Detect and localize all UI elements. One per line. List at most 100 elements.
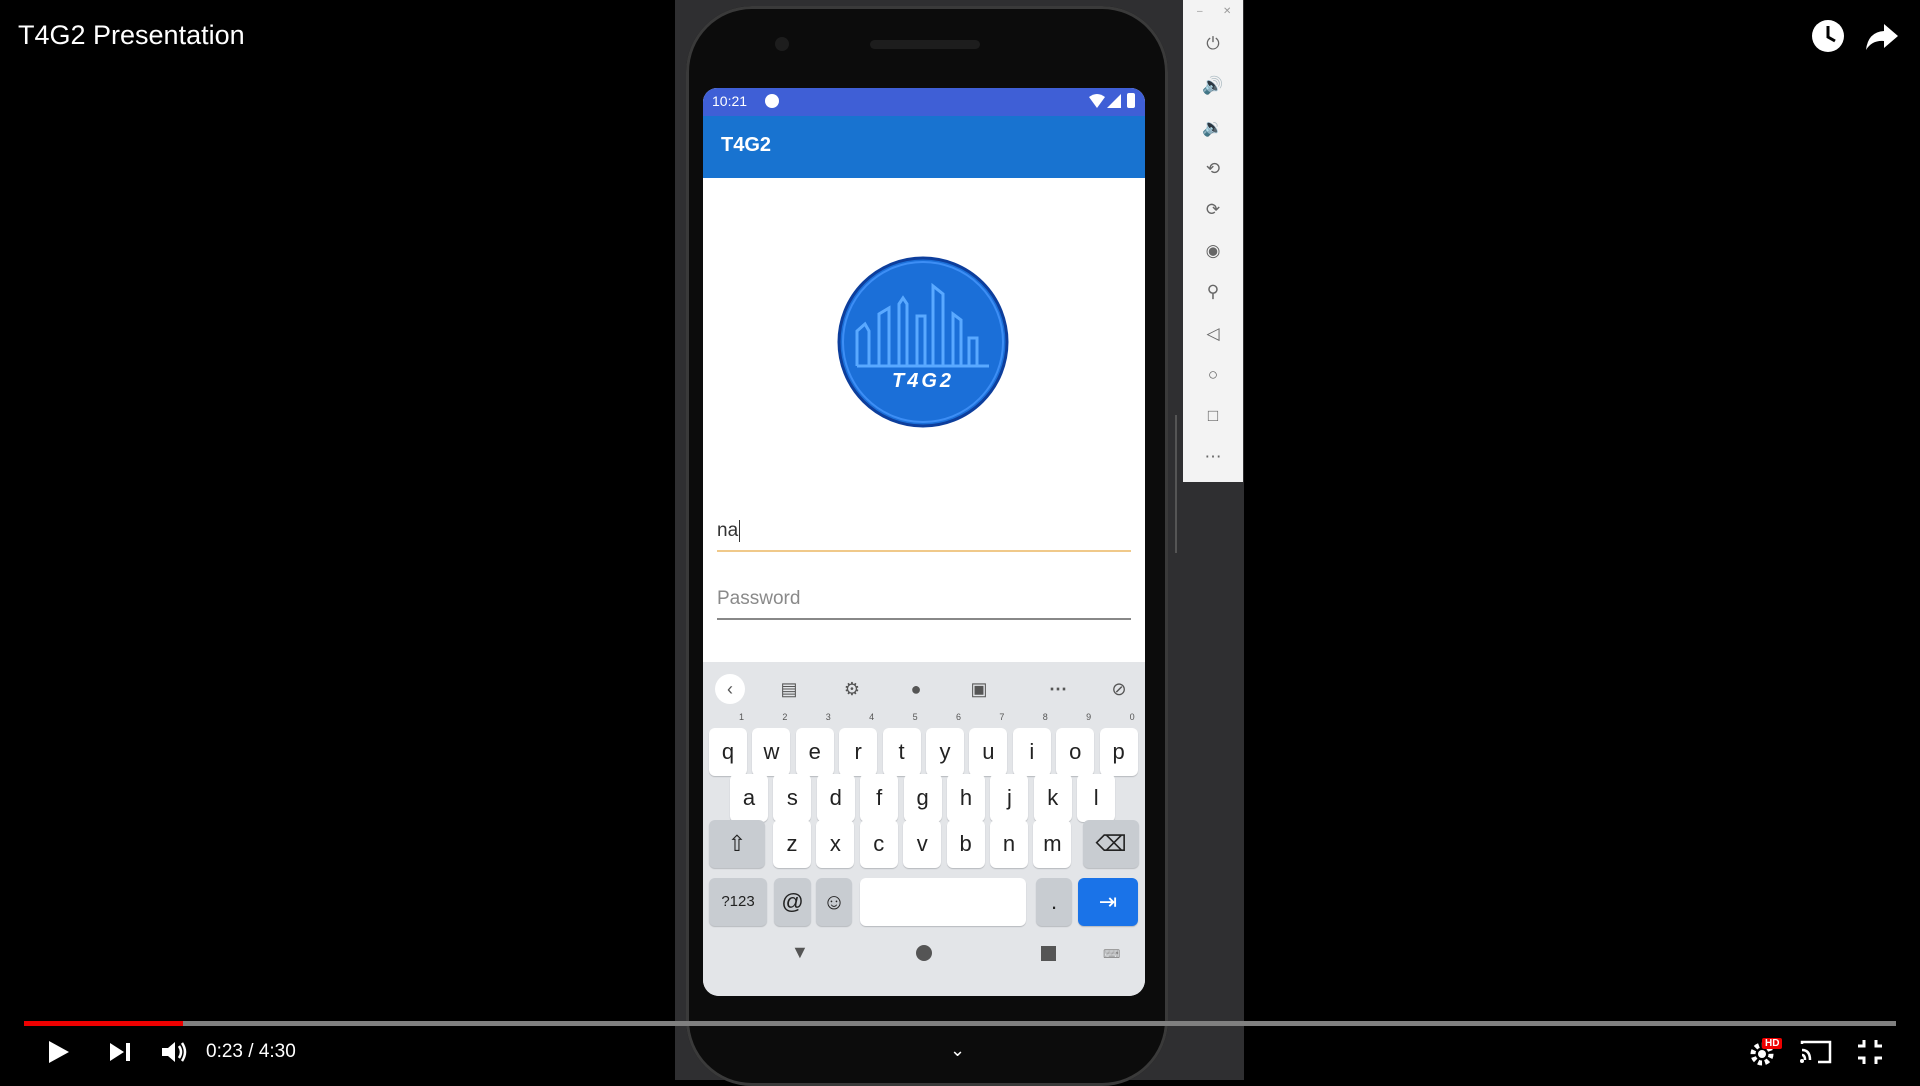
rotate-left-icon[interactable]: ⟲ — [1199, 155, 1227, 183]
key-j[interactable]: j — [990, 774, 1029, 822]
rotate-right-icon[interactable]: ⟳ — [1199, 196, 1227, 224]
exit-fullscreen-icon[interactable] — [1850, 1032, 1890, 1072]
key-hint: 5 — [912, 712, 918, 722]
screenshot-camera-icon[interactable]: ◉ — [1199, 237, 1227, 265]
period-key[interactable]: . — [1036, 878, 1072, 926]
more-icon[interactable]: ⋯ — [1043, 674, 1073, 704]
key-b[interactable]: b — [946, 820, 985, 868]
key-l[interactable]: l — [1077, 774, 1116, 822]
key-e[interactable]: e3 — [795, 713, 834, 776]
power-icon[interactable]: ⏻ — [1199, 30, 1227, 58]
app-bar: T4G2 — [703, 116, 1145, 178]
symbols-key[interactable]: ?123 — [709, 878, 767, 926]
key-a[interactable]: a — [730, 774, 768, 822]
back-icon[interactable]: ◁ — [1199, 320, 1227, 348]
overview-icon[interactable]: □ — [1199, 402, 1227, 430]
key-n[interactable]: n — [990, 820, 1028, 868]
key-f[interactable]: f — [860, 774, 899, 822]
close-icon[interactable]: ✕ — [1223, 6, 1231, 17]
shift-key[interactable]: ⇧ — [709, 820, 765, 868]
key-d[interactable]: d — [816, 774, 855, 822]
key-g[interactable]: g — [903, 774, 942, 822]
chevron-down-icon[interactable]: ⌄ — [950, 1040, 965, 1061]
backspace-key[interactable]: ⌫ — [1083, 820, 1139, 868]
share-icon[interactable] — [1862, 16, 1902, 56]
key-m[interactable]: m — [1033, 820, 1072, 868]
key-h[interactable]: h — [947, 774, 985, 822]
key-s[interactable]: s — [773, 774, 812, 822]
progress-played — [24, 1021, 184, 1026]
key-t[interactable]: t5 — [882, 713, 921, 776]
logo-text: T4G2 — [891, 370, 955, 392]
key-hint: 3 — [825, 712, 831, 722]
enter-next-key[interactable]: ⇥ — [1078, 878, 1138, 926]
key-hint: 9 — [1086, 712, 1092, 722]
nav-home-icon[interactable] — [916, 945, 932, 961]
status-bar: 10:21 — [703, 88, 1145, 116]
notification-icon — [765, 94, 779, 108]
emoji-key[interactable]: ☺ — [816, 878, 852, 926]
key-o[interactable]: o9 — [1056, 713, 1095, 776]
time-current: 0:23 — [206, 1041, 243, 1062]
home-icon[interactable]: ○ — [1199, 361, 1227, 389]
key-c[interactable]: c — [859, 820, 898, 868]
theme-palette-icon[interactable]: ● — [901, 674, 931, 704]
key-hint: 8 — [1042, 712, 1048, 722]
battery-icon — [1127, 93, 1135, 108]
keyboard-collapse-button[interactable]: ‹ — [715, 674, 745, 704]
key-p[interactable]: p0 — [1099, 713, 1138, 776]
key-z[interactable]: z — [773, 820, 811, 868]
watch-later-clock-icon[interactable] — [1808, 16, 1848, 56]
wifi-icon — [1089, 94, 1105, 111]
signal-icon — [1107, 94, 1121, 111]
key-r[interactable]: r4 — [839, 713, 878, 776]
mic-off-icon[interactable]: ⊘ — [1104, 674, 1134, 704]
key-q[interactable]: q1 — [709, 713, 747, 776]
minimize-icon[interactable]: – — [1197, 6, 1203, 17]
video-title[interactable]: T4G2 Presentation — [18, 20, 245, 51]
time-total: 4:30 — [258, 1041, 296, 1062]
key-u[interactable]: u7 — [969, 713, 1008, 776]
app-logo: T4G2 — [837, 256, 1009, 428]
more-icon[interactable]: ⋯ — [1199, 443, 1227, 471]
progress-bar[interactable] — [24, 1021, 1896, 1026]
play-button[interactable] — [38, 1032, 78, 1072]
key-x[interactable]: x — [816, 820, 855, 868]
phone-earpiece — [870, 40, 980, 49]
settings-gear-icon[interactable]: HD — [1744, 1032, 1784, 1072]
text-cursor — [739, 520, 740, 542]
key-i[interactable]: i8 — [1012, 713, 1051, 776]
space-key[interactable] — [860, 878, 1026, 926]
emulator-toolbar: – ✕ ⏻ 🔊 🔉 ⟲ ⟳ ◉ ⚲ ◁ ○ □ ⋯ — [1183, 0, 1243, 482]
keyboard-switch-icon[interactable]: ⌨ — [1103, 947, 1120, 961]
password-placeholder: Password — [717, 588, 801, 609]
hd-badge: HD — [1762, 1038, 1783, 1049]
at-key[interactable]: @ — [774, 878, 811, 926]
volume-up-icon[interactable]: 🔊 — [1199, 72, 1227, 100]
phone-camera — [775, 37, 789, 51]
key-y[interactable]: y6 — [926, 713, 964, 776]
volume-down-icon[interactable]: 🔉 — [1199, 114, 1227, 142]
password-field[interactable]: Password — [717, 584, 1131, 620]
cast-icon[interactable] — [1796, 1032, 1836, 1072]
key-k[interactable]: k — [1033, 774, 1072, 822]
key-w[interactable]: w2 — [752, 713, 791, 776]
emulator-divider — [1175, 415, 1177, 553]
video-player[interactable]: 10:21 T4G2 T4G2 na Password ‹ ▤ ⚙ ● ▣ ⋯ … — [0, 0, 1920, 1086]
key-hint: 2 — [782, 712, 788, 722]
phone-screen: 10:21 T4G2 T4G2 na Password ‹ ▤ ⚙ ● ▣ ⋯ … — [703, 88, 1145, 996]
nav-recents-icon[interactable] — [1041, 946, 1056, 961]
resize-icon[interactable]: ▣ — [964, 674, 994, 704]
nav-back-icon[interactable]: ▼ — [791, 942, 809, 963]
soft-keyboard: ‹ ▤ ⚙ ● ▣ ⋯ ⊘ q1w2e3r4t5y6u7i8o9p0 asdfg… — [703, 662, 1145, 996]
key-hint: 7 — [999, 712, 1005, 722]
username-field[interactable]: na — [717, 516, 1131, 552]
clipboard-icon[interactable]: ▤ — [774, 674, 804, 704]
app-title: T4G2 — [721, 134, 772, 156]
next-button[interactable] — [100, 1032, 140, 1072]
zoom-icon[interactable]: ⚲ — [1199, 278, 1227, 306]
key-v[interactable]: v — [903, 820, 942, 868]
settings-gear-icon[interactable]: ⚙ — [837, 674, 867, 704]
volume-icon[interactable] — [154, 1032, 194, 1072]
key-hint: 6 — [955, 712, 961, 722]
